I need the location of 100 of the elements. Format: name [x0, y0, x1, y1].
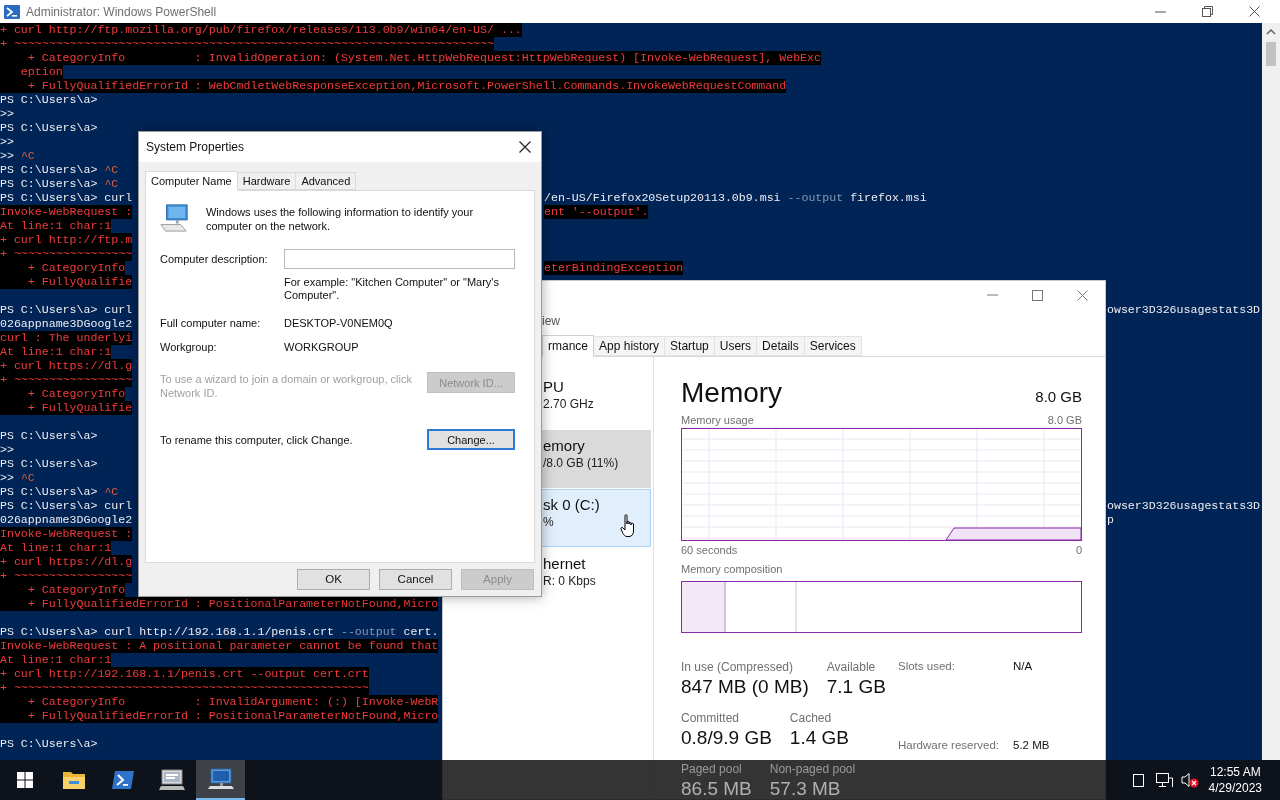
console-text: PS C:\Users\a>: [0, 177, 99, 191]
console-text: >>: [0, 471, 15, 485]
error-text: + ~~~~~~~~~~~~~~~~~: [0, 569, 133, 583]
console-text: >>: [0, 135, 14, 149]
error-text: + curl http://ftp.m: [0, 233, 133, 247]
console-text: owser3D326usagestats3D: [1107, 499, 1261, 513]
error-text: eption: [0, 65, 63, 79]
error-text: At line:1 char:1: [0, 541, 112, 555]
detail-label: Slots used:: [898, 659, 956, 674]
error-text: + ~~~~~~~~~~~~~~~~~: [0, 247, 133, 261]
error-text: At line:1 char:1: [0, 345, 112, 359]
detail-value: N/A: [1013, 659, 1034, 674]
error-text: eterBindingException: [544, 261, 684, 275]
detail-value: 5.2 MB: [1013, 737, 1050, 753]
error-text: + curl http://192.168.1.1/penis.crt --output cert.crt: [0, 667, 369, 681]
taskbar-button[interactable]: [196, 760, 245, 800]
console-text: --output: [787, 191, 844, 205]
error-text: + ~~~~~~~~~~~~~~~~~: [0, 373, 133, 387]
error-text: + CategoryInfo : InvalidArgument: (:) [Invoke-WebR: [0, 695, 439, 709]
console-text: PS C:\Users\a>: [0, 457, 98, 471]
console-text: --output: [340, 625, 397, 639]
section-heading: Memory: [681, 377, 783, 409]
console-text: PS C:\Users\a>: [0, 163, 99, 177]
error-text: At line:1 char:1: [0, 219, 112, 233]
dialog-button[interactable]: Cancel: [379, 569, 452, 590]
graph-label: Memory composition: [681, 562, 784, 576]
stat-value: 0.8/9.9 GB: [681, 726, 772, 750]
console-text: owser3D326usagestats3D: [1107, 303, 1261, 317]
console-text: PS C:\Users\a>: [0, 485, 99, 499]
monitor-icon: [158, 769, 185, 791]
terminal-icon: [110, 770, 135, 790]
monitor-icon: [207, 768, 234, 790]
time-axis-label: 60 seconds: [681, 543, 738, 557]
stat-value: 57.3 MB: [769, 777, 842, 800]
tab[interactable]: Computer Name: [145, 171, 238, 191]
close-icon[interactable]: [519, 141, 531, 153]
stat-label: Available: [826, 659, 877, 675]
error-text: + FullyQualifie: [0, 275, 133, 289]
console-text: p: [1107, 513, 1114, 527]
instruction-text: To rename this computer, click Change.: [160, 432, 353, 447]
dialog-title: System Properties: [146, 139, 245, 156]
scrollbar[interactable]: [1262, 23, 1280, 760]
resource-detail: /8.0 GB (11%): [543, 455, 619, 471]
menu-item[interactable]: iew: [542, 312, 560, 330]
error-text: + CategoryInfo : InvalidOperation: (System.Net.HttpWebRequest:HttpWebRequest) [Invoke-WebRequest], WebExc: [0, 51, 821, 65]
detail-label: Hardware reserved:: [898, 737, 1000, 753]
network-icon[interactable]: [1155, 772, 1173, 788]
console-text: PS C:\Users\a>: [0, 429, 98, 443]
error-text: Invoke-WebRequest :: [0, 527, 133, 541]
console-text: PS C:\Users\a>: [0, 121, 98, 135]
notification-icon[interactable]: [1132, 773, 1144, 787]
speaker-icon[interactable]: [1180, 772, 1199, 788]
resource-detail: 2.70 GHz: [543, 396, 594, 412]
tab[interactable]: Services: [804, 336, 862, 356]
window-title: Administrator: Windows PowerShell: [26, 3, 217, 21]
tab[interactable]: Users: [714, 336, 758, 356]
folder-icon: [61, 770, 86, 790]
stat-label: Committed: [681, 710, 740, 726]
error-text: Invoke-WebRequest : A positional parameter cannot be found that: [0, 639, 439, 653]
change-button[interactable]: Change...: [427, 429, 515, 450]
error-text: + FullyQualifie: [0, 401, 133, 415]
resource-name: hernet: [543, 554, 586, 573]
error-text: + ~~~~~~~~~~~~~~~~~~~~~~~~~~~~~~~~~~~~~~~~~~~~~~~~~~~: [0, 681, 369, 695]
graph-label: Memory usage: [681, 413, 754, 427]
field-label: Full computer name:: [160, 316, 262, 330]
console-text: firefox.msi: [849, 191, 927, 205]
dialog-button[interactable]: OK: [297, 569, 370, 590]
maximize-icon[interactable]: [1032, 289, 1043, 301]
stat-value: 7.1 GB: [826, 675, 886, 699]
intro-text: Windows uses the following information to identify your computer on the network.: [205, 205, 475, 233]
instruction-text: To use a wizard to join a domain or workgroup, click Network ID.: [160, 372, 413, 400]
console-text: ^C: [104, 163, 119, 177]
error-text: + FullyQualifiedErrorId : PositionalParameterNotFound,Micro: [0, 709, 439, 723]
tab[interactable]: rmance: [542, 335, 594, 357]
tab[interactable]: Advanced: [296, 172, 357, 190]
text-field[interactable]: [284, 249, 515, 269]
clock-date[interactable]: 4/29/2023: [1208, 780, 1262, 796]
console-text: 026appname3DGoogle2: [0, 317, 133, 331]
terminal-icon: [4, 4, 20, 19]
console-text: >>: [0, 149, 15, 163]
memory-total: 8.0 GB: [1035, 387, 1082, 407]
resource-name: sk 0 (C:): [543, 495, 600, 514]
hint-text: For example: "Kitchen Computer" or "Mary's Computer".: [284, 276, 500, 302]
graph-max-label: 8.0 GB: [1047, 413, 1082, 427]
clock-time[interactable]: 12:55 AM: [1209, 764, 1261, 780]
tab[interactable]: App history: [594, 336, 666, 356]
close-icon[interactable]: [1249, 6, 1260, 17]
tab[interactable]: Startup: [665, 336, 715, 356]
tab[interactable]: Details: [757, 336, 805, 356]
stat-value: 1.4 GB: [789, 726, 849, 750]
console-text: ^C: [104, 177, 119, 191]
restore-icon[interactable]: [1202, 6, 1213, 17]
tab[interactable]: Hardware: [237, 172, 297, 190]
error-text: + CategoryInfo: [0, 583, 126, 597]
console-text: PS C:\Users\a>: [0, 93, 98, 107]
stat-value: 86.5 MB: [681, 777, 752, 800]
console-text: cert.: [402, 625, 439, 639]
stat-value: 847 MB (0 MB): [681, 675, 809, 699]
error-text: ent '--output'.: [544, 205, 649, 219]
resource-name: PU: [543, 377, 564, 396]
